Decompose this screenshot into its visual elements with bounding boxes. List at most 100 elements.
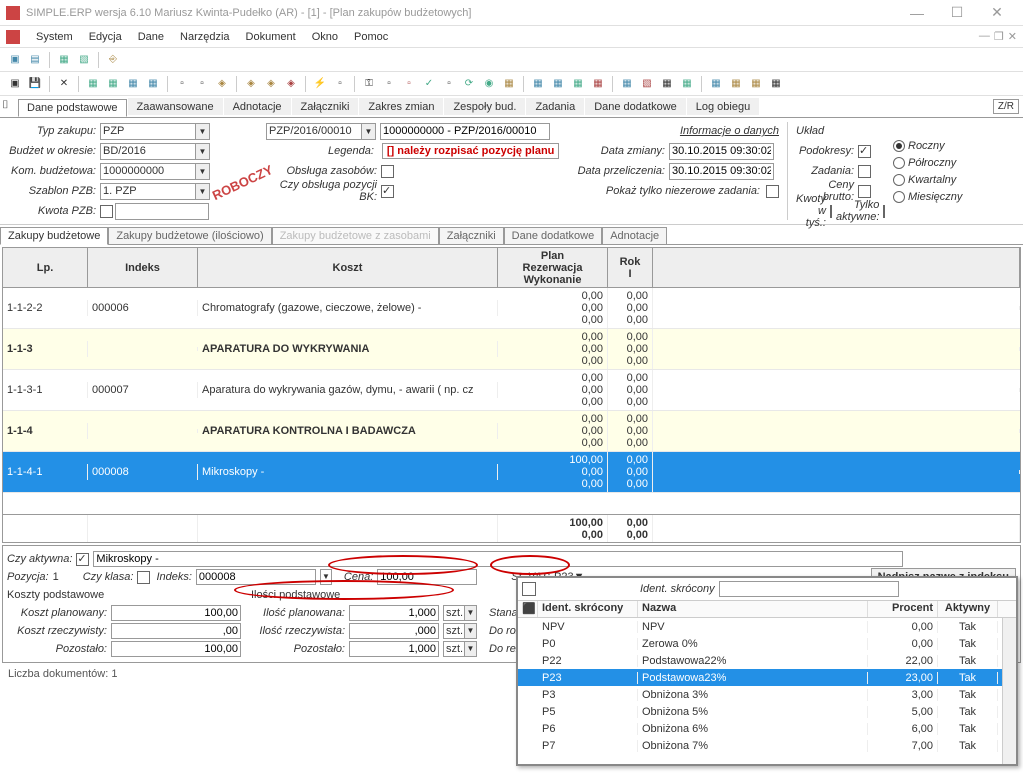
grid-body[interactable]: 1-1-2-2 000006 Chromatografy (gazowe, ci… (3, 288, 1020, 514)
grid-header-rok[interactable]: RokI (608, 248, 653, 287)
vat-row[interactable]: NPV NPV 0,00 Tak (518, 618, 1016, 635)
tab-sub-3[interactable]: Załączniki (439, 227, 504, 245)
szablon-combo[interactable]: 1. PZP▼ (100, 183, 210, 200)
tab-main-1[interactable]: Zaawansowane (128, 98, 223, 115)
tb-key-icon[interactable]: ⚿ (360, 75, 378, 93)
docno-combo[interactable]: PZP/2016/00010▼ (266, 123, 376, 140)
pozost-cost-input[interactable] (111, 641, 241, 657)
uom-combo-3[interactable]: szt.▼ (443, 641, 477, 657)
tb-icon-c2[interactable]: ◈ (262, 75, 280, 93)
tab-main-2[interactable]: Adnotacje (224, 98, 291, 115)
menu-edycja[interactable]: Edycja (81, 31, 130, 43)
tb-icon-h1[interactable]: ▦ (618, 75, 636, 93)
tab-sub-0[interactable]: Zakupy budżetowe (0, 227, 108, 245)
pozost-qty-input[interactable] (349, 641, 439, 657)
close-button[interactable]: ✕ (977, 4, 1017, 21)
mdi-restore-button[interactable]: ❐ (994, 30, 1004, 43)
tab-sub-5[interactable]: Adnotacje (602, 227, 667, 245)
grid-row[interactable]: 1-1-3 APARATURA DO WYKRYWANIA 0,000,000,… (3, 329, 1020, 370)
grid-header-idx[interactable]: Indeks (88, 248, 198, 287)
name-input[interactable] (93, 551, 903, 567)
vat-header-id[interactable]: Ident. skrócony (538, 601, 638, 617)
grid-header-plan[interactable]: PlanRezerwacjaWykonanie (498, 248, 608, 287)
tb-icon-h4[interactable]: ▦ (678, 75, 696, 93)
tb-save-icon[interactable]: ▦ (55, 51, 73, 69)
kwotywt-checkbox[interactable] (830, 205, 832, 218)
czyklasa-checkbox[interactable] (137, 571, 150, 584)
tb-icon-a4[interactable]: ▦ (144, 75, 162, 93)
tb-refresh-icon[interactable]: ⟳ (460, 75, 478, 93)
tb-icon-i1[interactable]: ▦ (707, 75, 725, 93)
tylkoak-checkbox[interactable] (883, 205, 885, 218)
pozycji-checkbox[interactable] (381, 185, 394, 198)
tab-main-5[interactable]: Zespoły bud. (444, 98, 525, 115)
kom-combo[interactable]: 1000000000▼ (100, 163, 210, 180)
vat-scrollbar[interactable] (1002, 618, 1016, 764)
kwota-input[interactable] (115, 203, 209, 220)
tb-save2-icon[interactable]: 💾 (26, 75, 44, 93)
vat-row[interactable]: P23 Podstawowa23% 23,00 Tak (518, 669, 1016, 686)
czyaktywna-checkbox[interactable] (76, 553, 89, 566)
tb-icon-a3[interactable]: ▦ (124, 75, 142, 93)
maximize-button[interactable]: ☐ (937, 4, 977, 21)
tb-bolt-icon[interactable]: ⚡ (311, 75, 329, 93)
mdi-close-button[interactable]: ✕ (1008, 30, 1017, 43)
obsluga-checkbox[interactable] (381, 165, 394, 178)
tb-icon-h2[interactable]: ▧ (638, 75, 656, 93)
tab-main-4[interactable]: Zakres zmian (359, 98, 443, 115)
tb-delete-icon[interactable]: ✕ (55, 75, 73, 93)
tb-icon-g2[interactable]: ▦ (549, 75, 567, 93)
minimize-button[interactable]: — (897, 5, 937, 21)
menu-system[interactable]: System (28, 31, 81, 43)
kwota-checkbox[interactable] (100, 205, 113, 218)
tb-icon-c1[interactable]: ◈ (242, 75, 260, 93)
docfull-input[interactable] (380, 123, 550, 140)
period-radio-3[interactable] (893, 191, 905, 203)
menu-okno[interactable]: Okno (304, 31, 346, 43)
vat-search-input[interactable] (719, 581, 899, 597)
menu-narzędzia[interactable]: Narzędzia (172, 31, 238, 43)
tb-new-icon[interactable]: ▣ (6, 51, 24, 69)
vat-rows[interactable]: NPV NPV 0,00 Tak P0 Zerowa 0% 0,00 Tak P… (518, 618, 1016, 754)
vat-row[interactable]: P3 Obniżona 3% 3,00 Tak (518, 686, 1016, 703)
grid-row[interactable]: 1-1-2-2 000006 Chromatografy (gazowe, ci… (3, 288, 1020, 329)
grid-row[interactable]: 1-1-4-1 000008 Mikroskopy - 100,000,000,… (3, 452, 1020, 493)
vat-header-pct[interactable]: Procent (868, 601, 938, 617)
tb-exit-icon[interactable]: ⎆ (104, 51, 122, 69)
datazm-input[interactable] (669, 143, 774, 160)
tab-main-6[interactable]: Zadania (526, 98, 584, 115)
period-radio-1[interactable] (893, 157, 905, 169)
vat-row[interactable]: P0 Zerowa 0% 0,00 Tak (518, 635, 1016, 652)
uom-combo[interactable]: szt.▼ (443, 605, 477, 621)
tb-icon-i3[interactable]: ▦ (747, 75, 765, 93)
tb-icon-i4[interactable]: ▦ (767, 75, 785, 93)
tb-icon-d1[interactable]: ▫ (331, 75, 349, 93)
grid-header-lp[interactable]: Lp. (3, 248, 88, 287)
cenybrutto-checkbox[interactable] (858, 185, 871, 198)
tab-main-3[interactable]: Załączniki (292, 98, 359, 115)
tb-print-icon[interactable]: ▧ (75, 51, 93, 69)
niez-checkbox[interactable] (766, 185, 779, 198)
vat-row[interactable]: P6 Obniżona 6% 6,00 Tak (518, 720, 1016, 737)
menu-dokument[interactable]: Dokument (238, 31, 304, 43)
tb-icon-c3[interactable]: ◈ (282, 75, 300, 93)
tb-icon-e2[interactable]: ▫ (400, 75, 418, 93)
bind-icon[interactable]: ⌷ (2, 99, 16, 113)
period-radio-0[interactable] (893, 140, 905, 152)
tb-icon-a1[interactable]: ▦ (84, 75, 102, 93)
vat-header-icon[interactable]: ⬛ (518, 601, 538, 617)
tb-icon-b3[interactable]: ◈ (213, 75, 231, 93)
indeks-input[interactable] (196, 569, 316, 585)
mdi-minimize-button[interactable]: — (979, 30, 990, 43)
tab-sub-1[interactable]: Zakupy budżetowe (ilościowo) (108, 227, 271, 245)
tb-icon-g4[interactable]: ▦ (589, 75, 607, 93)
tb-icon-b2[interactable]: ▫ (193, 75, 211, 93)
tb-icon-b1[interactable]: ▫ (173, 75, 191, 93)
tb-open-icon[interactable]: ▤ (26, 51, 44, 69)
grid-header-koszt[interactable]: Koszt (198, 248, 498, 287)
tb-icon-e1[interactable]: ▫ (380, 75, 398, 93)
iloscrz-input[interactable] (349, 623, 439, 639)
budzet-combo[interactable]: BD/2016▼ (100, 143, 210, 160)
tb-icon-a2[interactable]: ▦ (104, 75, 122, 93)
dataprz-input[interactable] (669, 163, 774, 180)
